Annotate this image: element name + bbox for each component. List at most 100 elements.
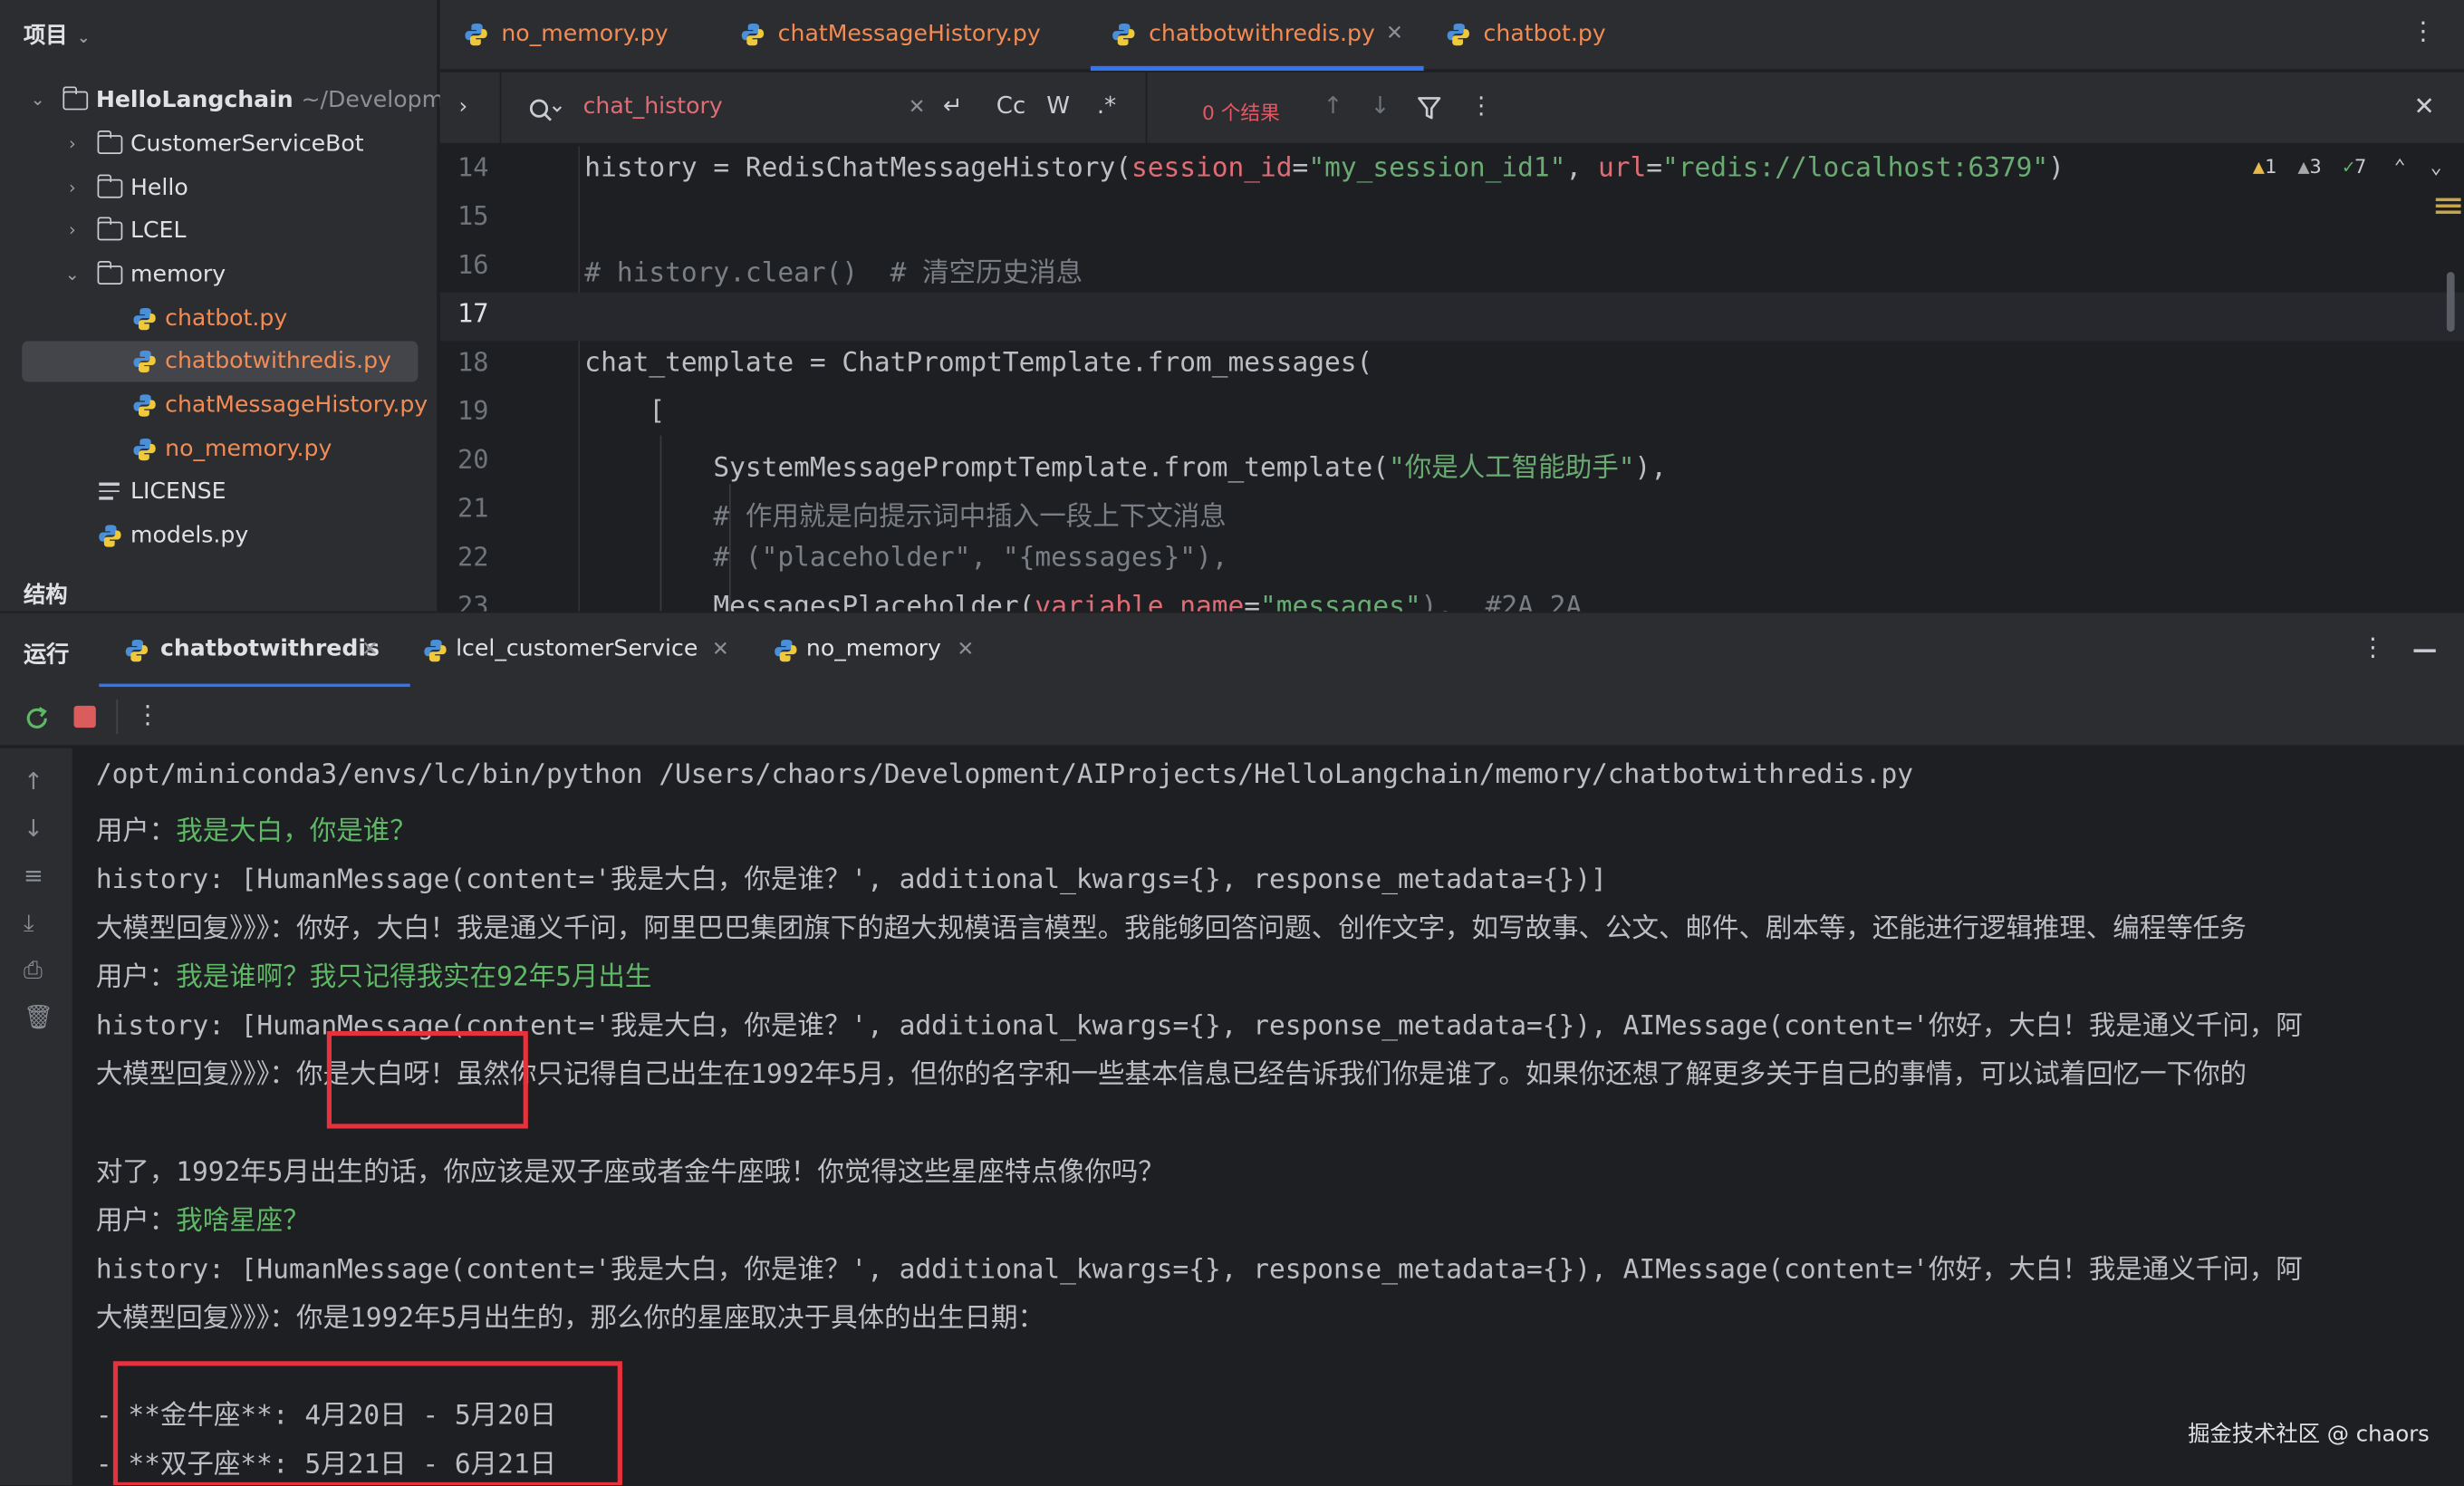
tree-root-hellolangchain[interactable]: ⌄ HelloLangchain ~/Developmer (0, 80, 467, 121)
scroll-to-end-icon[interactable]: ⤓ (24, 909, 34, 937)
tree-label: LICENSE (130, 479, 226, 505)
regex-toggle[interactable]: .* (1097, 92, 1116, 120)
project-view-title[interactable]: 项目 ⌄ (24, 19, 91, 51)
console-side-toolbar: ↑ ↓ ≡ ⤓ ⎙ 🗑 (0, 748, 72, 1486)
weak-warning-icon: ▲ (2297, 154, 2310, 179)
line-number: 22 (457, 542, 489, 573)
code-line[interactable]: 23 MessagesPlaceholder(variable_name="me… (440, 584, 2464, 612)
python-file-icon (741, 24, 765, 46)
editor-tab-bar: no_memory.py chatMessageHistory.py chatb… (439, 0, 2464, 72)
clear-icon[interactable]: ✕ (909, 96, 926, 120)
tree-file-no-memory[interactable]: no_memory.py (0, 429, 438, 470)
code-line[interactable]: 21 # 作用就是向提示词中插入一段上下文消息 (440, 487, 2464, 536)
run-tab-chatbotwithredis[interactable]: chatbotwithredis ✕ (99, 613, 410, 689)
stop-icon[interactable] (73, 705, 96, 729)
tree-file-chatmessagehistory[interactable]: chatMessageHistory.py (0, 385, 438, 426)
new-line-icon[interactable]: ↵ (943, 92, 963, 120)
line-number: 18 (457, 347, 489, 378)
line-number: 19 (457, 396, 489, 427)
console-line: 大模型回复》》》：你好，大白！我是通义千问，阿里巴巴集团旗下的超大规模语言模型。… (95, 912, 2247, 945)
console-line: 对了，1992年5月出生的话，你应该是双子座或者金牛座哦！你觉得这些星座特点像你… (95, 1156, 1165, 1189)
tree-file-chatbot[interactable]: chatbot.py (0, 299, 438, 340)
chevron-right-icon[interactable]: › (459, 94, 468, 120)
print-icon[interactable]: ⎙ (24, 956, 43, 984)
inspection-widget[interactable]: ▲1 ▲3 ✓7 ⌃ ⌄ (2253, 154, 2442, 178)
code-line[interactable]: 15 (440, 195, 2464, 244)
rerun-icon[interactable] (24, 704, 52, 732)
tree-file-chatbotwithredis[interactable]: chatbotwithredis.py (22, 341, 419, 382)
tree-folder-customerservicebot[interactable]: › CustomerServiceBot (0, 124, 438, 165)
python-file-icon (1447, 24, 1469, 46)
soft-wrap-icon[interactable]: ≡ (24, 862, 43, 890)
python-file-icon (99, 525, 121, 547)
arrow-down-icon[interactable]: ↓ (1371, 92, 1391, 120)
close-icon[interactable]: ✕ (957, 613, 974, 688)
code-editor[interactable]: 14 history = RedisChatMessageHistory(ses… (439, 146, 2464, 612)
scroll-up-icon[interactable]: ↑ (24, 767, 43, 796)
code-line[interactable]: 20 SystemMessagePromptTemplate.from_temp… (440, 439, 2464, 487)
python-file-icon (133, 438, 156, 461)
tree-folder-hello[interactable]: › Hello (0, 169, 438, 209)
tab-label: chatMessageHistory.py (777, 22, 1041, 48)
close-icon[interactable]: ✕ (2413, 92, 2434, 121)
error-stripe-mark[interactable] (2435, 198, 2461, 216)
tree-folder-memory[interactable]: ⌄ memory (0, 255, 438, 295)
more-vertical-icon[interactable]: ⋮ (2411, 15, 2436, 45)
tab-no-memory[interactable]: no_memory.py (464, 0, 684, 71)
search-icon[interactable] (528, 98, 563, 123)
find-input[interactable]: chat_history (583, 94, 723, 120)
chevron-up-icon[interactable]: ⌃ (2394, 154, 2406, 178)
folder-icon (96, 260, 123, 285)
line-number: 16 (457, 249, 489, 280)
tree-file-models[interactable]: models.py (0, 516, 438, 556)
filter-icon[interactable] (1418, 96, 1441, 121)
code-line[interactable]: 22 # ("placeholder", "{messages}"), (440, 536, 2464, 585)
chevron-down-icon[interactable]: ⌄ (77, 30, 91, 47)
folder-icon (96, 217, 123, 241)
tab-chatmessagehistory[interactable]: chatMessageHistory.py (740, 0, 1054, 71)
chevron-down-icon[interactable]: ⌄ (62, 255, 83, 295)
code-line[interactable]: 14 history = RedisChatMessageHistory(ses… (440, 146, 2464, 195)
tab-chatbotwithredis[interactable]: chatbotwithredis.py ✕ (1090, 0, 1424, 72)
arrow-up-icon[interactable]: ↑ (1323, 92, 1343, 120)
line-number: 17 (457, 298, 489, 329)
chevron-right-icon[interactable]: › (62, 210, 83, 251)
highlight-box (112, 1361, 622, 1486)
chevron-right-icon[interactable]: › (62, 169, 83, 209)
run-tab-no-memory[interactable]: no_memory ✕ (773, 613, 985, 689)
tab-chatbot[interactable]: chatbot.py (1446, 0, 1634, 71)
tree-file-license[interactable]: LICENSE (0, 471, 438, 512)
more-vertical-icon[interactable]: ⋮ (1469, 92, 1493, 120)
run-panel-title: 运行 (24, 642, 70, 669)
code-line[interactable]: 19 [ (440, 390, 2464, 439)
tree-label: memory (130, 262, 226, 288)
close-icon[interactable]: ✕ (361, 613, 379, 688)
code-line[interactable]: 18 chat_template = ChatPromptTemplate.fr… (440, 341, 2464, 390)
close-icon[interactable]: ✕ (712, 613, 729, 688)
chevron-down-icon[interactable]: ⌄ (2430, 154, 2442, 178)
tab-label: lcel_customerService (456, 636, 698, 662)
tree-label: Hello (130, 176, 188, 202)
tree-label: LCEL (130, 218, 187, 244)
console-output[interactable]: /opt/miniconda3/envs/lc/bin/python /User… (72, 748, 2464, 1486)
run-tab-lcel-customerservice[interactable]: lcel_customerService ✕ (423, 613, 737, 689)
more-vertical-icon[interactable]: ⋮ (135, 700, 160, 729)
tree-folder-lcel[interactable]: › LCEL (0, 210, 438, 251)
minimize-icon[interactable] (2413, 649, 2436, 652)
close-icon[interactable]: ✕ (1386, 0, 1403, 69)
code-line[interactable]: 16 # history.clear() # 清空历史消息 (440, 244, 2464, 293)
more-vertical-icon[interactable]: ⋮ (2361, 632, 2386, 661)
editor-scrollbar[interactable] (2446, 272, 2455, 333)
whole-word-toggle[interactable]: W (1046, 92, 1070, 120)
trash-icon[interactable]: 🗑 (24, 1003, 53, 1031)
find-result-count: 0 个结果 (1202, 101, 1280, 125)
tree-label: no_memory.py (165, 437, 332, 463)
chevron-right-icon[interactable]: › (62, 124, 83, 165)
console-line: 用户：我啥星座？ (95, 1205, 310, 1238)
code-line-current[interactable]: 17 (439, 292, 2464, 342)
chevron-down-icon[interactable]: ⌄ (26, 80, 48, 121)
scroll-down-icon[interactable]: ↓ (24, 815, 43, 843)
folder-icon (62, 86, 89, 111)
structure-panel-title[interactable]: 结构 (24, 578, 68, 610)
match-case-toggle[interactable]: Cc (996, 92, 1025, 120)
